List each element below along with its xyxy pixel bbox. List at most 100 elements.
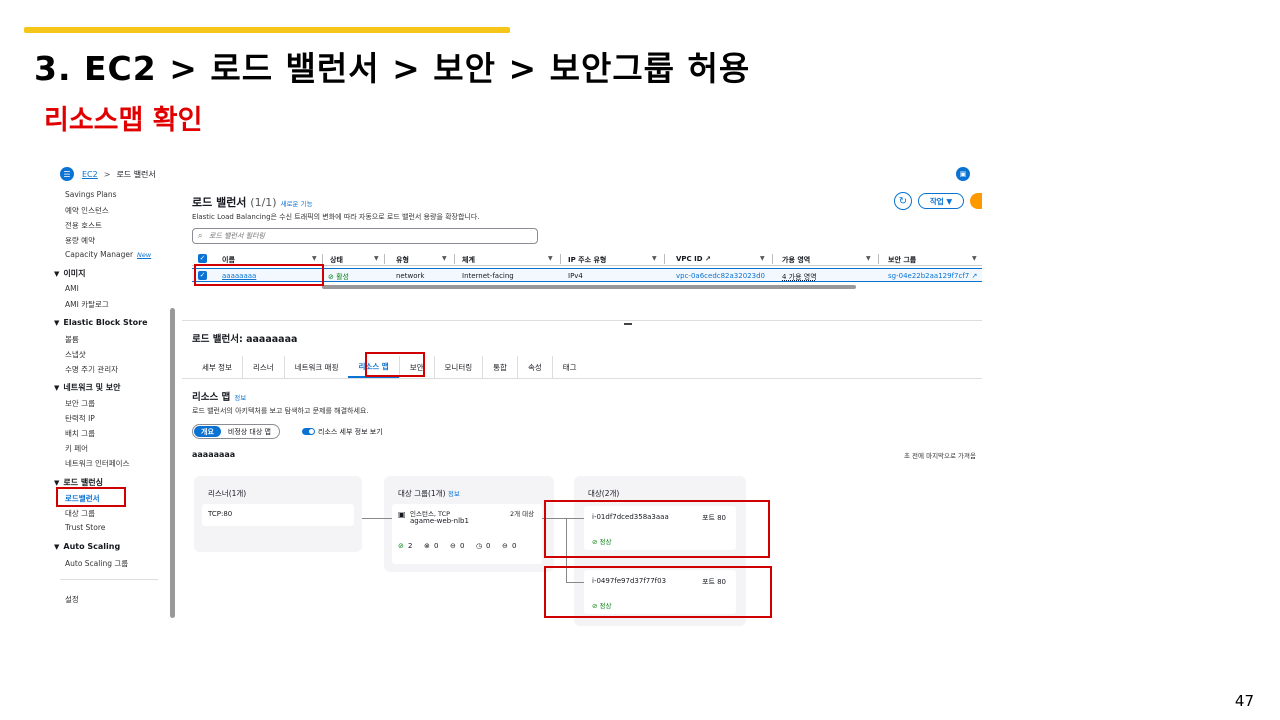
tab-monitoring[interactable]: 모니터링 bbox=[433, 356, 483, 378]
lb-az[interactable]: 4 가용 영역 bbox=[782, 272, 817, 282]
breadcrumb-ec2[interactable]: EC2 bbox=[82, 170, 98, 179]
sidebar-item-network-interfaces[interactable]: 네트워크 인터페이스 bbox=[65, 458, 129, 469]
target-group-title: 대상 그룹(1개) 정보 bbox=[398, 488, 460, 499]
tab-attributes[interactable]: 속성 bbox=[516, 356, 552, 378]
details-toggle[interactable] bbox=[302, 428, 315, 435]
sort-icon[interactable]: ▼ bbox=[442, 255, 447, 262]
sg-link[interactable]: sg-04e22b2aa129f7cf7 ↗ bbox=[888, 272, 977, 280]
tab-network-mapping[interactable]: 네트워크 매핑 bbox=[283, 356, 349, 378]
stat-unhealthy: 0 bbox=[434, 542, 439, 550]
menu-icon[interactable]: ☰ bbox=[60, 167, 74, 181]
connector-line bbox=[362, 518, 392, 519]
sort-icon[interactable]: ▼ bbox=[374, 255, 379, 262]
detail-title: 로드 밸런서: aaaaaaaa bbox=[192, 334, 298, 345]
sidebar-item-ami-catalog[interactable]: AMI 카탈로그 bbox=[65, 299, 109, 310]
sidebar-item-auto-scaling-groups[interactable]: Auto Scaling 그룹 bbox=[65, 558, 128, 569]
column-header-state[interactable]: 상태 bbox=[330, 255, 343, 265]
column-separator bbox=[384, 254, 385, 264]
sidebar: Savings Plans 예약 인스턴스 전용 호스트 용량 예약 Capac… bbox=[54, 188, 172, 626]
sort-icon[interactable]: ▼ bbox=[652, 255, 657, 262]
sidebar-item-target-groups[interactable]: 대상 그룹 bbox=[65, 508, 95, 519]
sidebar-item-security-groups[interactable]: 보안 그룹 bbox=[65, 398, 95, 409]
sidebar-item-settings[interactable]: 설정 bbox=[65, 594, 79, 605]
target-group-title-text: 대상 그룹(1개) bbox=[398, 489, 446, 498]
sidebar-section-ebs[interactable]: ▼ Elastic Block Store bbox=[54, 318, 148, 327]
lb-state: ⊘ 활성 bbox=[328, 272, 349, 282]
sidebar-section-auto-scaling[interactable]: ▼ Auto Scaling bbox=[54, 542, 120, 551]
external-link-icon: ↗ bbox=[971, 272, 978, 280]
sg-link-label: sg-04e22b2aa129f7cf7 bbox=[888, 272, 970, 280]
stat-initial: 0 bbox=[486, 542, 491, 550]
refresh-icon: ↻ bbox=[898, 195, 908, 207]
sort-icon[interactable]: ▼ bbox=[760, 255, 765, 262]
sort-icon[interactable]: ▼ bbox=[866, 255, 871, 262]
sidebar-item-reserved-instances[interactable]: 예약 인스턴스 bbox=[65, 205, 109, 216]
accent-bar bbox=[24, 27, 510, 33]
vpc-link[interactable]: vpc-0a6cedc82a32023d0 bbox=[676, 272, 765, 280]
segment-overview[interactable]: 개요 bbox=[194, 426, 221, 437]
resource-map-title: 리소스 맵 정보 bbox=[192, 389, 246, 403]
column-separator bbox=[878, 254, 879, 264]
sort-icon[interactable]: ▼ bbox=[312, 255, 317, 262]
panel-icon[interactable]: ▣ bbox=[956, 167, 970, 181]
sidebar-section-label: 네트워크 및 보안 bbox=[63, 383, 121, 392]
sidebar-item-key-pairs[interactable]: 키 페어 bbox=[65, 443, 88, 454]
info-link[interactable]: 정보 bbox=[234, 394, 246, 402]
sidebar-item-elastic-ip[interactable]: 탄력적 IP bbox=[65, 413, 95, 424]
sidebar-scrollbar[interactable] bbox=[170, 308, 175, 618]
segment-unhealthy-map[interactable]: 비정상 대상 맵 bbox=[221, 426, 278, 437]
column-header-vpc[interactable]: VPC ID ↗ bbox=[676, 255, 711, 263]
sidebar-item-capacity-reservations[interactable]: 용량 예약 bbox=[65, 235, 95, 246]
sidebar-section-network[interactable]: ▼ 네트워크 및 보안 bbox=[54, 382, 120, 393]
column-header-az[interactable]: 가용 영역 bbox=[782, 255, 810, 265]
tabs-divider bbox=[182, 378, 982, 379]
actions-button[interactable]: 작업 ▼ bbox=[918, 193, 964, 209]
column-header-ip-type[interactable]: IP 주소 유형 bbox=[568, 255, 606, 265]
breadcrumb-current: 로드 밸런서 bbox=[116, 169, 156, 179]
sort-icon[interactable]: ▼ bbox=[972, 255, 977, 262]
draining-icon: ⊖ bbox=[502, 542, 508, 550]
main-content: 로드 밸런서 (1/1) 새로운 기능 Elastic Load Balancin… bbox=[182, 188, 982, 626]
sidebar-item-ami[interactable]: AMI bbox=[65, 284, 79, 293]
target-group-card[interactable]: ▣ 인스턴스, TCP agame-web-nlb1 2개 대상 ⊘ 2 ⊗ 0… bbox=[392, 504, 542, 564]
sidebar-section-label: Auto Scaling bbox=[63, 542, 121, 551]
sidebar-item-trust-store[interactable]: Trust Store bbox=[65, 523, 105, 532]
sidebar-item-dedicated-hosts[interactable]: 전용 호스트 bbox=[65, 220, 102, 231]
create-button[interactable] bbox=[970, 193, 982, 209]
console-screenshot: ☰ EC2 > 로드 밸런서 ▣ Savings Plans 예약 인스턴스 전… bbox=[54, 160, 982, 626]
table-scrollbar[interactable] bbox=[322, 285, 856, 289]
highlight-lb-name bbox=[194, 264, 324, 286]
sidebar-item-savings-plans[interactable]: Savings Plans bbox=[65, 190, 117, 199]
sidebar-section-label: 로드 밸런싱 bbox=[63, 478, 103, 487]
lb-filter-input[interactable]: ⌕ 로드 밸런서 필터링 bbox=[192, 228, 538, 244]
tab-integrations[interactable]: 통합 bbox=[482, 356, 517, 378]
select-all-checkbox[interactable]: ✓ bbox=[198, 254, 207, 263]
column-header-sg[interactable]: 보안 그룹 bbox=[888, 255, 916, 265]
column-separator bbox=[560, 254, 561, 264]
column-header-type[interactable]: 유형 bbox=[396, 255, 409, 265]
lb-state-label: 활성 bbox=[336, 273, 349, 281]
tab-details[interactable]: 세부 정보 bbox=[192, 356, 242, 378]
resize-handle[interactable] bbox=[624, 323, 632, 325]
sidebar-item-capacity-manager[interactable]: Capacity Manager New bbox=[65, 250, 151, 259]
listener-card[interactable]: TCP:80 bbox=[202, 504, 354, 526]
new-feature-link[interactable]: 새로운 기능 bbox=[281, 200, 313, 208]
tab-tags[interactable]: 태그 bbox=[551, 356, 587, 378]
sidebar-section-images[interactable]: ▼ 이미지 bbox=[54, 268, 85, 279]
map-lb-name: aaaaaaaa bbox=[192, 450, 236, 459]
target-group-panel: 대상 그룹(1개) 정보 ▣ 인스턴스, TCP agame-web-nlb1 … bbox=[384, 476, 554, 572]
highlight-target-2 bbox=[544, 566, 772, 618]
sidebar-item-volumes[interactable]: 볼륨 bbox=[65, 334, 79, 345]
caret-down-icon: ▼ bbox=[54, 543, 60, 551]
sort-icon[interactable]: ▼ bbox=[548, 255, 553, 262]
search-icon: ⌕ bbox=[198, 231, 203, 240]
info-link[interactable]: 정보 bbox=[448, 490, 460, 498]
tab-listeners[interactable]: 리스너 bbox=[241, 356, 284, 378]
sidebar-item-snapshots[interactable]: 스냅샷 bbox=[65, 349, 86, 360]
column-separator bbox=[454, 254, 455, 264]
target-group-icon: ▣ bbox=[398, 510, 406, 519]
sidebar-item-lifecycle-manager[interactable]: 수명 주기 관리자 bbox=[65, 364, 118, 375]
column-header-scheme[interactable]: 체계 bbox=[462, 255, 475, 265]
refresh-button[interactable]: ↻ bbox=[894, 192, 912, 210]
sidebar-item-placement-groups[interactable]: 배치 그룹 bbox=[65, 428, 95, 439]
